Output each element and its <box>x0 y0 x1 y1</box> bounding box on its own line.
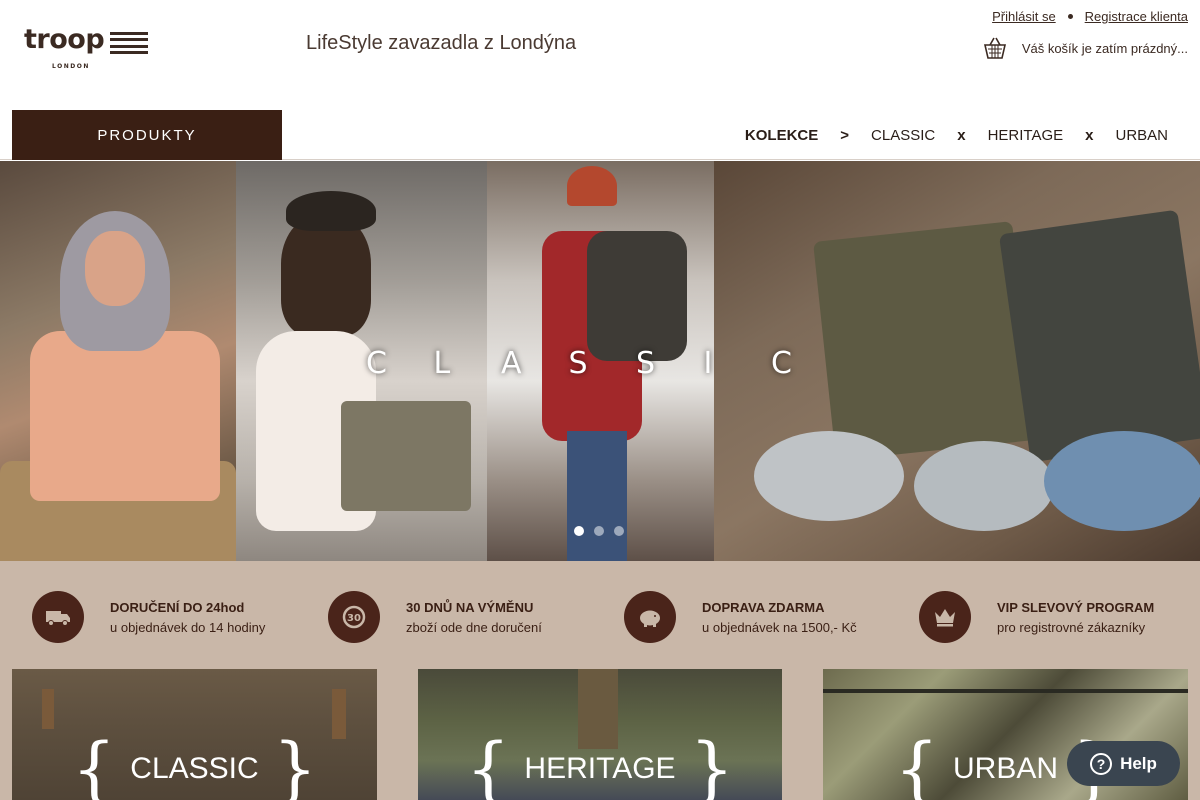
crown-icon <box>919 591 971 643</box>
nav-x-separator: x <box>1085 126 1094 144</box>
slider-dot-1[interactable] <box>574 526 584 536</box>
hero-letter: S <box>568 346 588 381</box>
logo-stripes-icon <box>110 32 149 54</box>
hero-letter: L <box>433 346 451 381</box>
open-brace: { <box>71 728 117 800</box>
close-brace: } <box>689 728 735 800</box>
open-brace: { <box>894 728 939 800</box>
benefits-strip: DORUČENÍ DO 24hod u objednávek do 14 hod… <box>0 561 1200 669</box>
hero-letter: S <box>636 346 656 381</box>
truck-icon <box>32 591 84 643</box>
benefit-subtitle: u objednávek na 1500,- Kč <box>702 619 857 635</box>
logo-subtext: LONDON <box>52 63 90 70</box>
benefit-delivery: DORUČENÍ DO 24hod u objednávek do 14 hod… <box>32 591 265 643</box>
benefit-title: VIP SLEVOVÝ PROGRAM <box>997 599 1155 615</box>
benefit-subtitle: u objednávek do 14 hodiny <box>110 619 266 635</box>
collections-heading: KOLEKCE <box>744 126 819 144</box>
login-link[interactable]: Přihlásit se <box>992 9 1056 24</box>
register-link[interactable]: Registrace klienta <box>1085 9 1188 24</box>
benefit-title: DORUČENÍ DO 24hod <box>110 599 245 615</box>
nav-arrow-separator: > <box>840 126 850 144</box>
main-navbar: PRODUKTY KOLEKCE > CLASSIC x HERITAGE x … <box>0 110 1200 160</box>
nav-item-heritage[interactable]: HERITAGE <box>988 127 1064 144</box>
open-brace: { <box>465 728 511 800</box>
slider-dot-2[interactable] <box>594 526 604 536</box>
help-button[interactable]: ? Help <box>1067 741 1180 786</box>
benefit-vip: VIP SLEVOVÝ PROGRAM pro registrovné záka… <box>919 591 1154 643</box>
hero-letter: C <box>771 346 792 381</box>
hero-letter: A <box>501 346 522 381</box>
benefit-subtitle: pro registrovné zákazníky <box>997 619 1146 635</box>
benefit-subtitle: zboží ode dne doručení <box>406 619 542 635</box>
collections-nav: KOLEKCE > CLASSIC x HERITAGE x URBAN <box>745 110 1168 160</box>
piggy-bank-icon <box>624 591 676 643</box>
hero-letter: I <box>703 346 713 381</box>
slider-dots <box>574 526 624 536</box>
site-header: troop LONDON LifeStyle zavazadla z Londý… <box>0 0 1200 110</box>
benefit-title: DOPRAVA ZDARMA <box>702 599 825 615</box>
nav-item-urban[interactable]: URBAN <box>1115 127 1168 144</box>
help-question-icon: ? <box>1090 752 1113 775</box>
troop-logo[interactable]: troop LONDON <box>24 24 149 71</box>
nav-item-classic[interactable]: CLASSIC <box>871 127 935 144</box>
user-links: Přihlásit se Registrace klienta <box>992 9 1188 24</box>
cart-summary[interactable]: Váš košík je zatím prázdný... <box>982 36 1188 60</box>
benefit-free-shipping: DOPRAVA ZDARMA u objednávek na 1500,- Kč <box>624 591 857 643</box>
benefit-title: 30 DNŮ NA VÝMĚNU <box>406 599 534 615</box>
hero-photo-woman-suitcase <box>0 161 236 561</box>
tile-title: HERITAGE <box>524 752 676 785</box>
close-brace: } <box>272 728 318 800</box>
help-label: Help <box>1120 753 1157 773</box>
hero-slider[interactable]: C L A S S I C <box>0 161 1200 561</box>
hero-letter: C <box>366 346 387 381</box>
tile-title: CLASSIC <box>130 752 259 785</box>
cart-status-text: Váš košík je zatím prázdný... <box>1021 40 1188 56</box>
benefit-returns: 30 30 DNŮ NA VÝMĚNU zboží ode dne doruče… <box>328 591 542 643</box>
hero-caption: C L A S S I C <box>366 346 839 381</box>
logo-wordmark: troop LONDON <box>24 24 105 71</box>
tile-title: URBAN <box>952 752 1058 785</box>
site-tagline: LifeStyle zavazadla z Londýna <box>306 32 577 54</box>
tile-classic[interactable]: { CLASSIC } <box>12 669 377 800</box>
nav-x-separator: x <box>957 126 966 144</box>
return-30-icon: 30 <box>328 591 380 643</box>
tile-heritage-label: { HERITAGE } <box>418 728 782 800</box>
products-menu-button[interactable]: PRODUKTY <box>12 110 282 160</box>
svg-text:30: 30 <box>347 613 361 624</box>
slider-dot-3[interactable] <box>614 526 624 536</box>
bullet-separator <box>1067 14 1073 19</box>
basket-icon <box>983 37 1006 59</box>
logo-text: troop <box>24 24 105 55</box>
collection-tiles: { CLASSIC } { HERITAGE } { URBAN } <box>0 669 1200 800</box>
tile-classic-label: { CLASSIC } <box>12 728 377 800</box>
tile-heritage[interactable]: { HERITAGE } <box>418 669 782 800</box>
